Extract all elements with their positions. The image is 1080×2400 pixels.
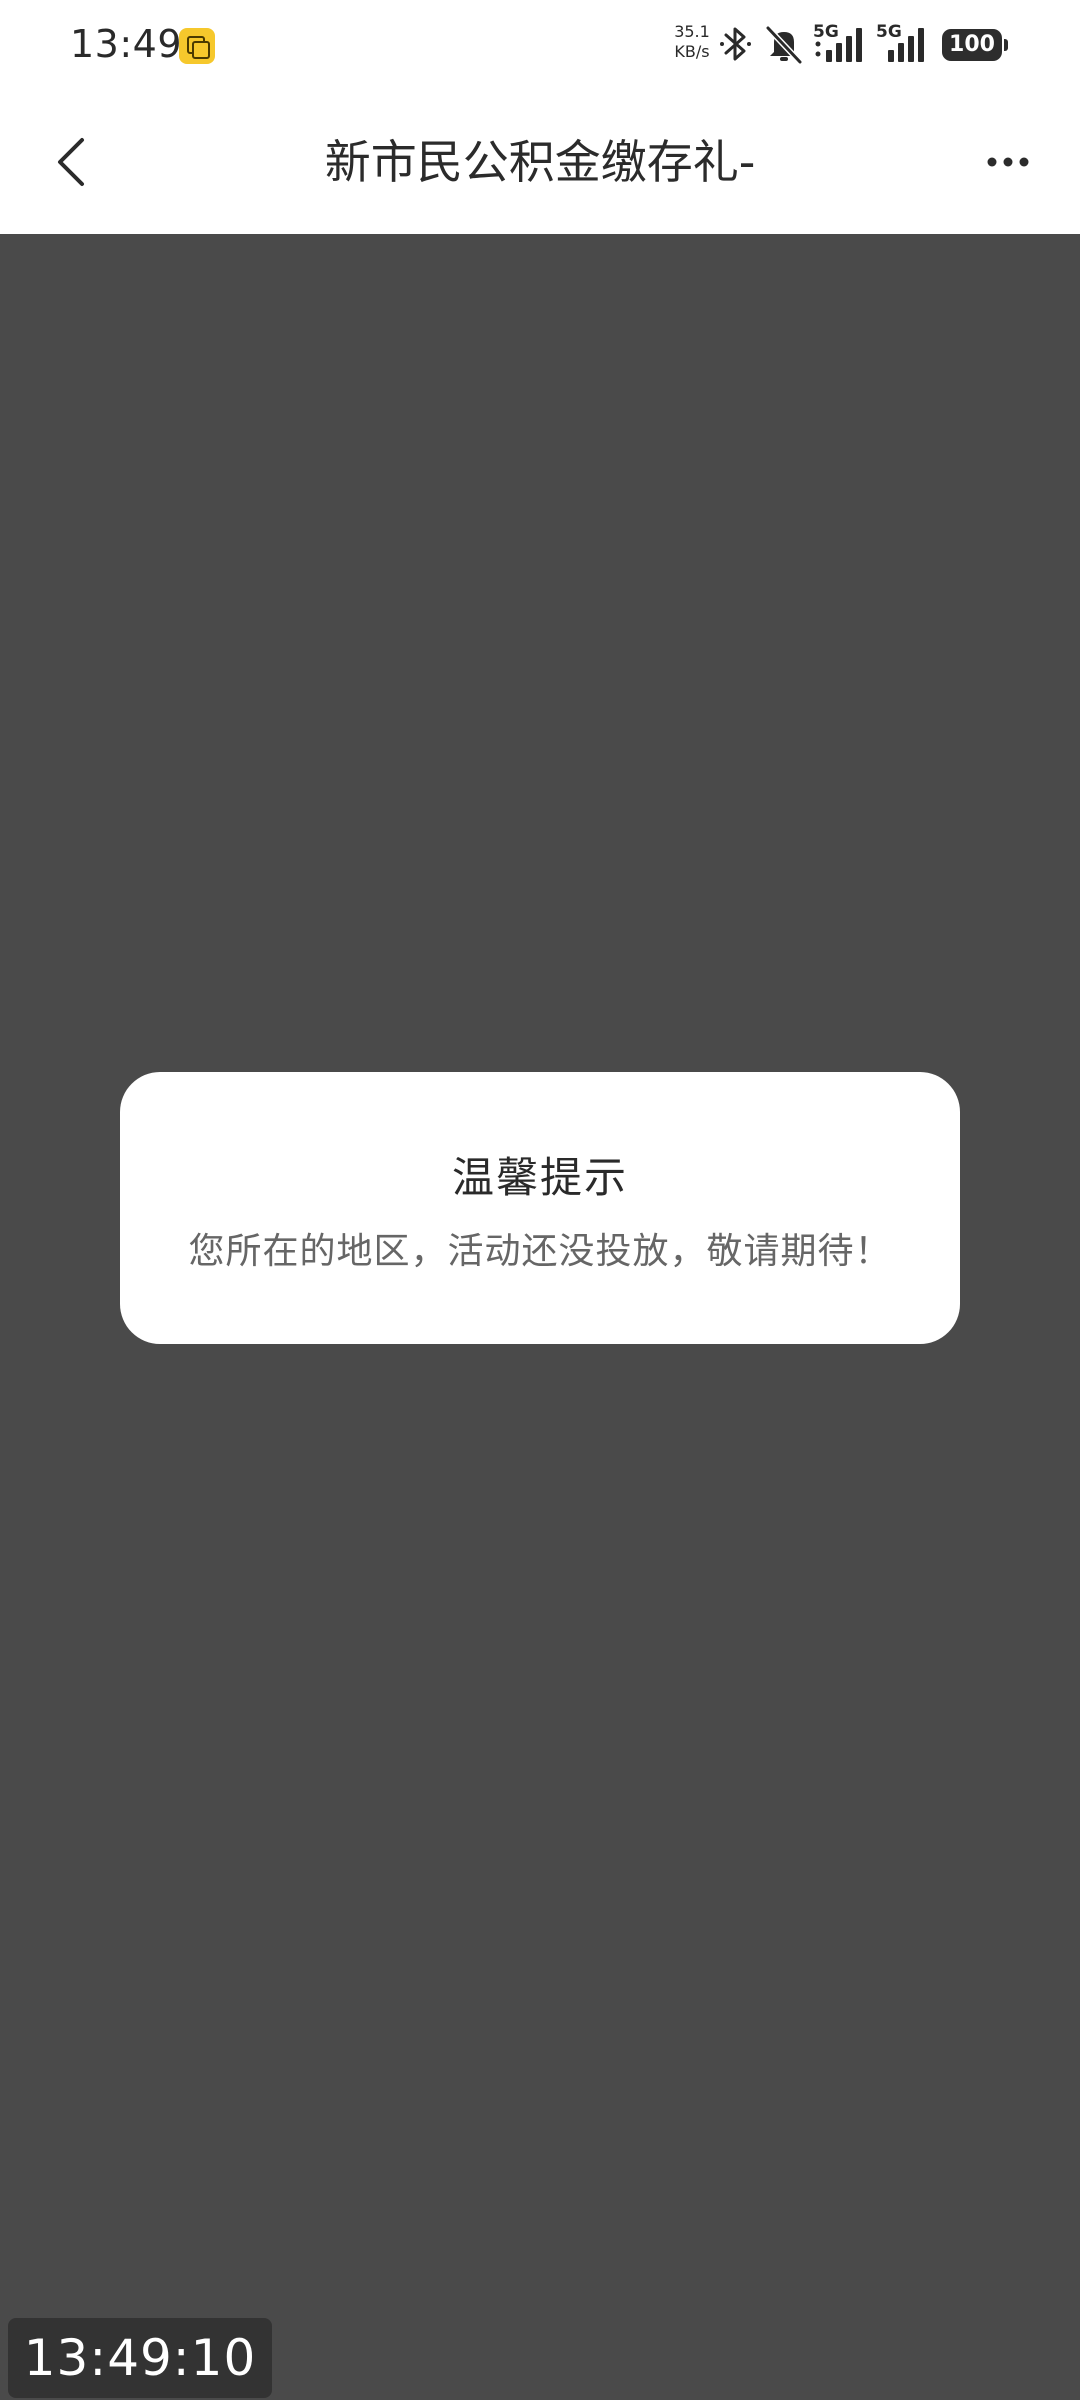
dialog-message: 您所在的地区，活动还没投放，敬请期待！ [188,1231,892,1272]
signal-icon [888,28,924,62]
battery-indicator: 100 [942,29,1008,61]
network-speed-unit: KB/s [674,42,710,61]
chevron-left-icon [58,138,84,186]
navigation-bar: 新市民公积金缴存礼- [0,90,1080,234]
more-options-button[interactable] [976,130,1040,194]
network-speed-value: 35.1 [674,22,710,41]
dialog-title: 温馨提示 [451,1153,628,1202]
status-time: 13:49 [70,22,183,66]
mute-icon [765,25,803,65]
more-dots-icon [987,157,1029,167]
network-speed: 35.1 KB/s [670,22,714,62]
bluetooth-icon [720,27,751,61]
notice-dialog: 温馨提示 您所在的地区，活动还没投放，敬请期待！ [120,1072,960,1344]
screen: 13:49 35.1 KB/s 5G 5G 100 新市民公积金缴存礼- 温馨提… [0,0,1080,2400]
signal-icon [815,28,862,62]
timestamp-overlay: 13:49:10 [8,2318,272,2398]
back-button[interactable] [40,130,104,194]
app-badge-icon [179,28,215,64]
modal-overlay[interactable]: 温馨提示 您所在的地区，活动还没投放，敬请期待！ [0,234,1080,2400]
status-bar: 13:49 35.1 KB/s 5G 5G 100 [0,0,1080,90]
page-title: 新市民公积金缴存礼- [324,135,756,189]
